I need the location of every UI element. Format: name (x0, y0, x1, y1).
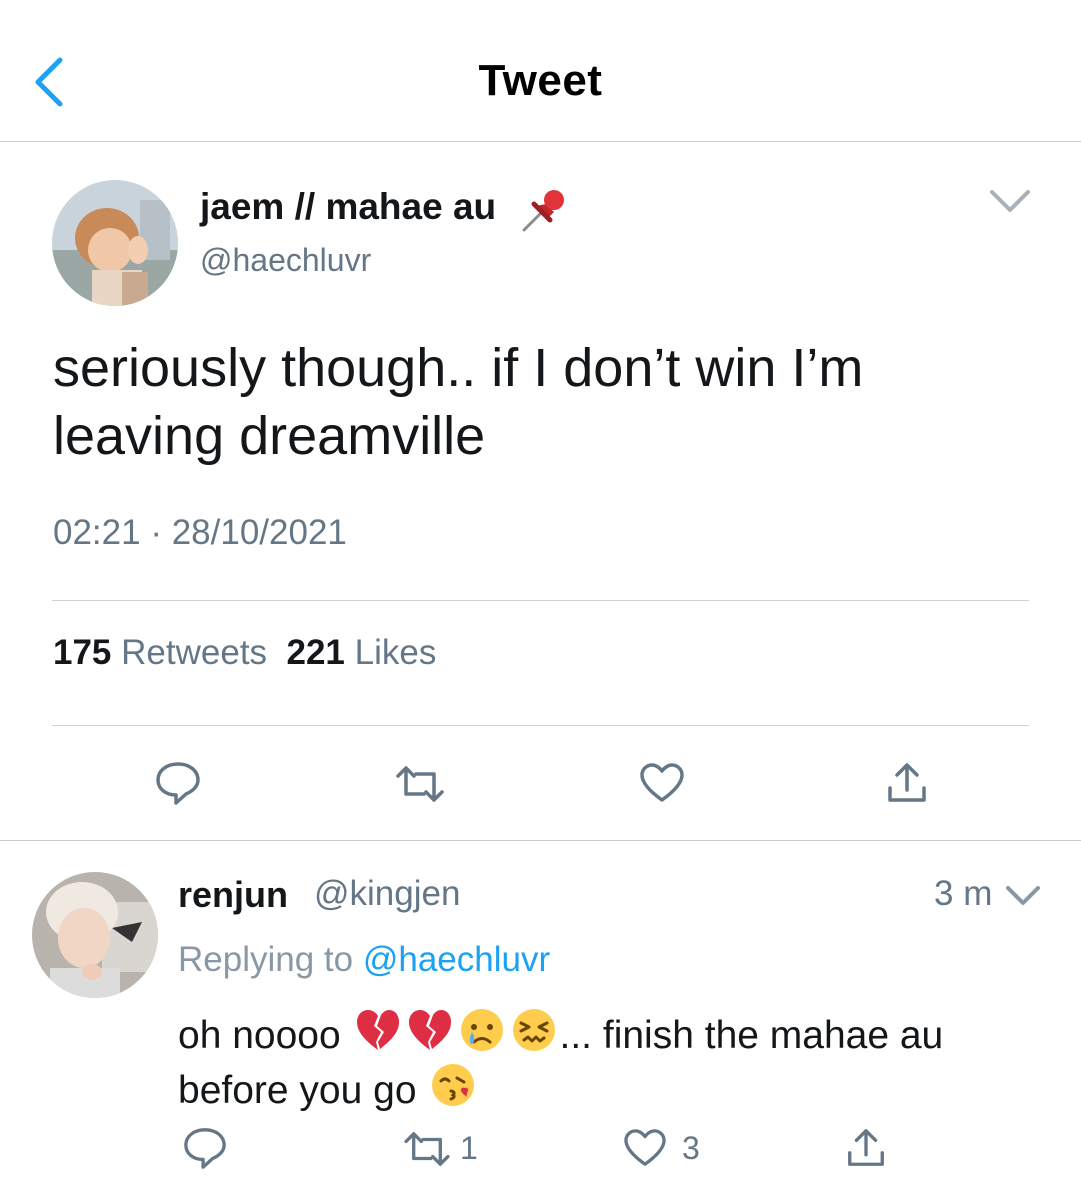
chevron-down-icon[interactable] (1004, 883, 1042, 909)
broken-heart-emoji (408, 1010, 451, 1050)
like-heart-icon[interactable] (622, 1128, 668, 1168)
author-name[interactable]: jaem // mahae au (200, 186, 496, 228)
engagement-stats: 175 Retweets 221 Likes (53, 633, 436, 673)
replying-mention-link[interactable]: @haechluvr (363, 940, 550, 979)
replying-prefix: Replying to (178, 940, 354, 979)
crying-face-emoji (460, 1009, 503, 1051)
author-avatar[interactable] (52, 180, 178, 306)
reply-timestamp: 3 m (934, 874, 993, 913)
page-title: Tweet (478, 56, 603, 105)
chevron-down-icon[interactable] (988, 186, 1032, 216)
retweets-stat[interactable]: 175 Retweets (53, 633, 267, 672)
kissing-heart-emoji (432, 1064, 475, 1106)
likes-stat[interactable]: 221 Likes (287, 633, 437, 672)
tweet-detail-screen: Tweet jaem // mahae au @haechluvr seriou… (0, 0, 1081, 1200)
meta-separator: · (150, 513, 162, 552)
likes-label: Likes (354, 633, 437, 672)
confounded-face-emoji (512, 1009, 555, 1051)
reply-author-name[interactable]: renjun (178, 874, 288, 916)
reply-text: oh noooo ... finish the mahae au before … (178, 1006, 1058, 1116)
pushpin-icon (522, 190, 564, 232)
share-icon[interactable] (844, 1126, 888, 1170)
replying-to-line: Replying to @haechluvr (178, 940, 550, 980)
reply-icon[interactable] (154, 760, 202, 806)
divider (52, 600, 1029, 601)
like-heart-icon[interactable] (638, 762, 686, 804)
tweet-time: 02:21 (53, 513, 141, 552)
tweet-timestamp: 02:21 · 28/10/2021 (53, 513, 347, 553)
broken-heart-emoji (356, 1010, 399, 1050)
reply-text-part1: oh noooo (178, 1014, 341, 1057)
reply-retweet-count: 1 (460, 1130, 478, 1166)
top-nav-bar: Tweet (0, 0, 1081, 142)
tweet-date: 28/10/2021 (171, 513, 347, 552)
section-divider (0, 840, 1081, 841)
author-handle[interactable]: @haechluvr (200, 242, 371, 279)
retweets-count: 175 (53, 633, 112, 672)
reply-author-avatar[interactable] (32, 872, 158, 998)
reply-author-handle[interactable]: @kingjen (314, 874, 460, 914)
reply-like-count: 3 (682, 1130, 700, 1166)
likes-count: 221 (286, 633, 345, 672)
tweet-text: seriously though.. if I don’t win I’m le… (53, 338, 864, 466)
retweets-label: Retweets (121, 633, 268, 672)
divider (52, 725, 1029, 726)
share-icon[interactable] (884, 760, 930, 806)
retweet-icon[interactable] (394, 764, 446, 804)
reply-icon[interactable] (182, 1126, 228, 1170)
retweet-icon[interactable] (402, 1130, 452, 1168)
